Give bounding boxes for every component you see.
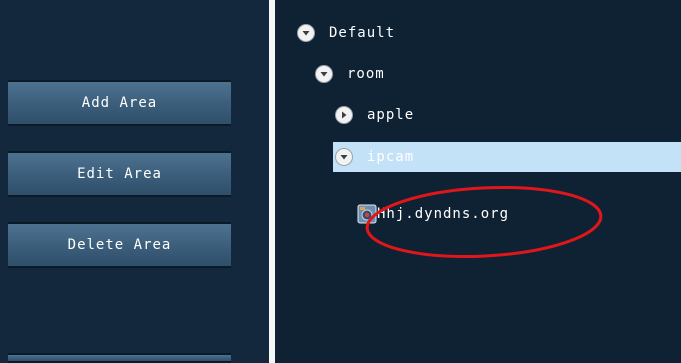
collapse-arrow-icon[interactable] — [297, 24, 315, 42]
partial-button[interactable] — [8, 353, 231, 363]
collapse-arrow-icon[interactable] — [335, 148, 353, 166]
tree-node-label: apple — [367, 107, 415, 123]
edit-area-button[interactable]: Edit Area — [8, 151, 231, 197]
add-area-button[interactable]: Add Area — [8, 80, 231, 126]
area-button-panel: Add Area Edit Area Delete Area — [0, 0, 269, 363]
tree-node-ipcam[interactable]: ipcam — [333, 142, 681, 172]
camera-icon — [357, 204, 377, 224]
tree-node-room[interactable]: room — [315, 59, 385, 89]
tree-node-label: Default — [329, 25, 396, 41]
window: Add Area Edit Area Delete Area Default r… — [0, 0, 681, 363]
tree-node-device[interactable]: Hhj.dyndns.org — [357, 199, 509, 229]
tree-node-apple[interactable]: apple — [335, 100, 414, 130]
device-label: Hhj.dyndns.org — [377, 206, 510, 222]
delete-area-button[interactable]: Delete Area — [8, 222, 231, 268]
expand-arrow-icon[interactable] — [335, 106, 353, 124]
tree-node-label: ipcam — [367, 149, 415, 165]
collapse-arrow-icon[interactable] — [315, 65, 333, 83]
area-tree: Default room apple ipcam Hhj.dyndns.org — [275, 0, 681, 363]
tree-node-label: room — [347, 66, 385, 82]
tree-node-default[interactable]: Default — [297, 18, 395, 48]
